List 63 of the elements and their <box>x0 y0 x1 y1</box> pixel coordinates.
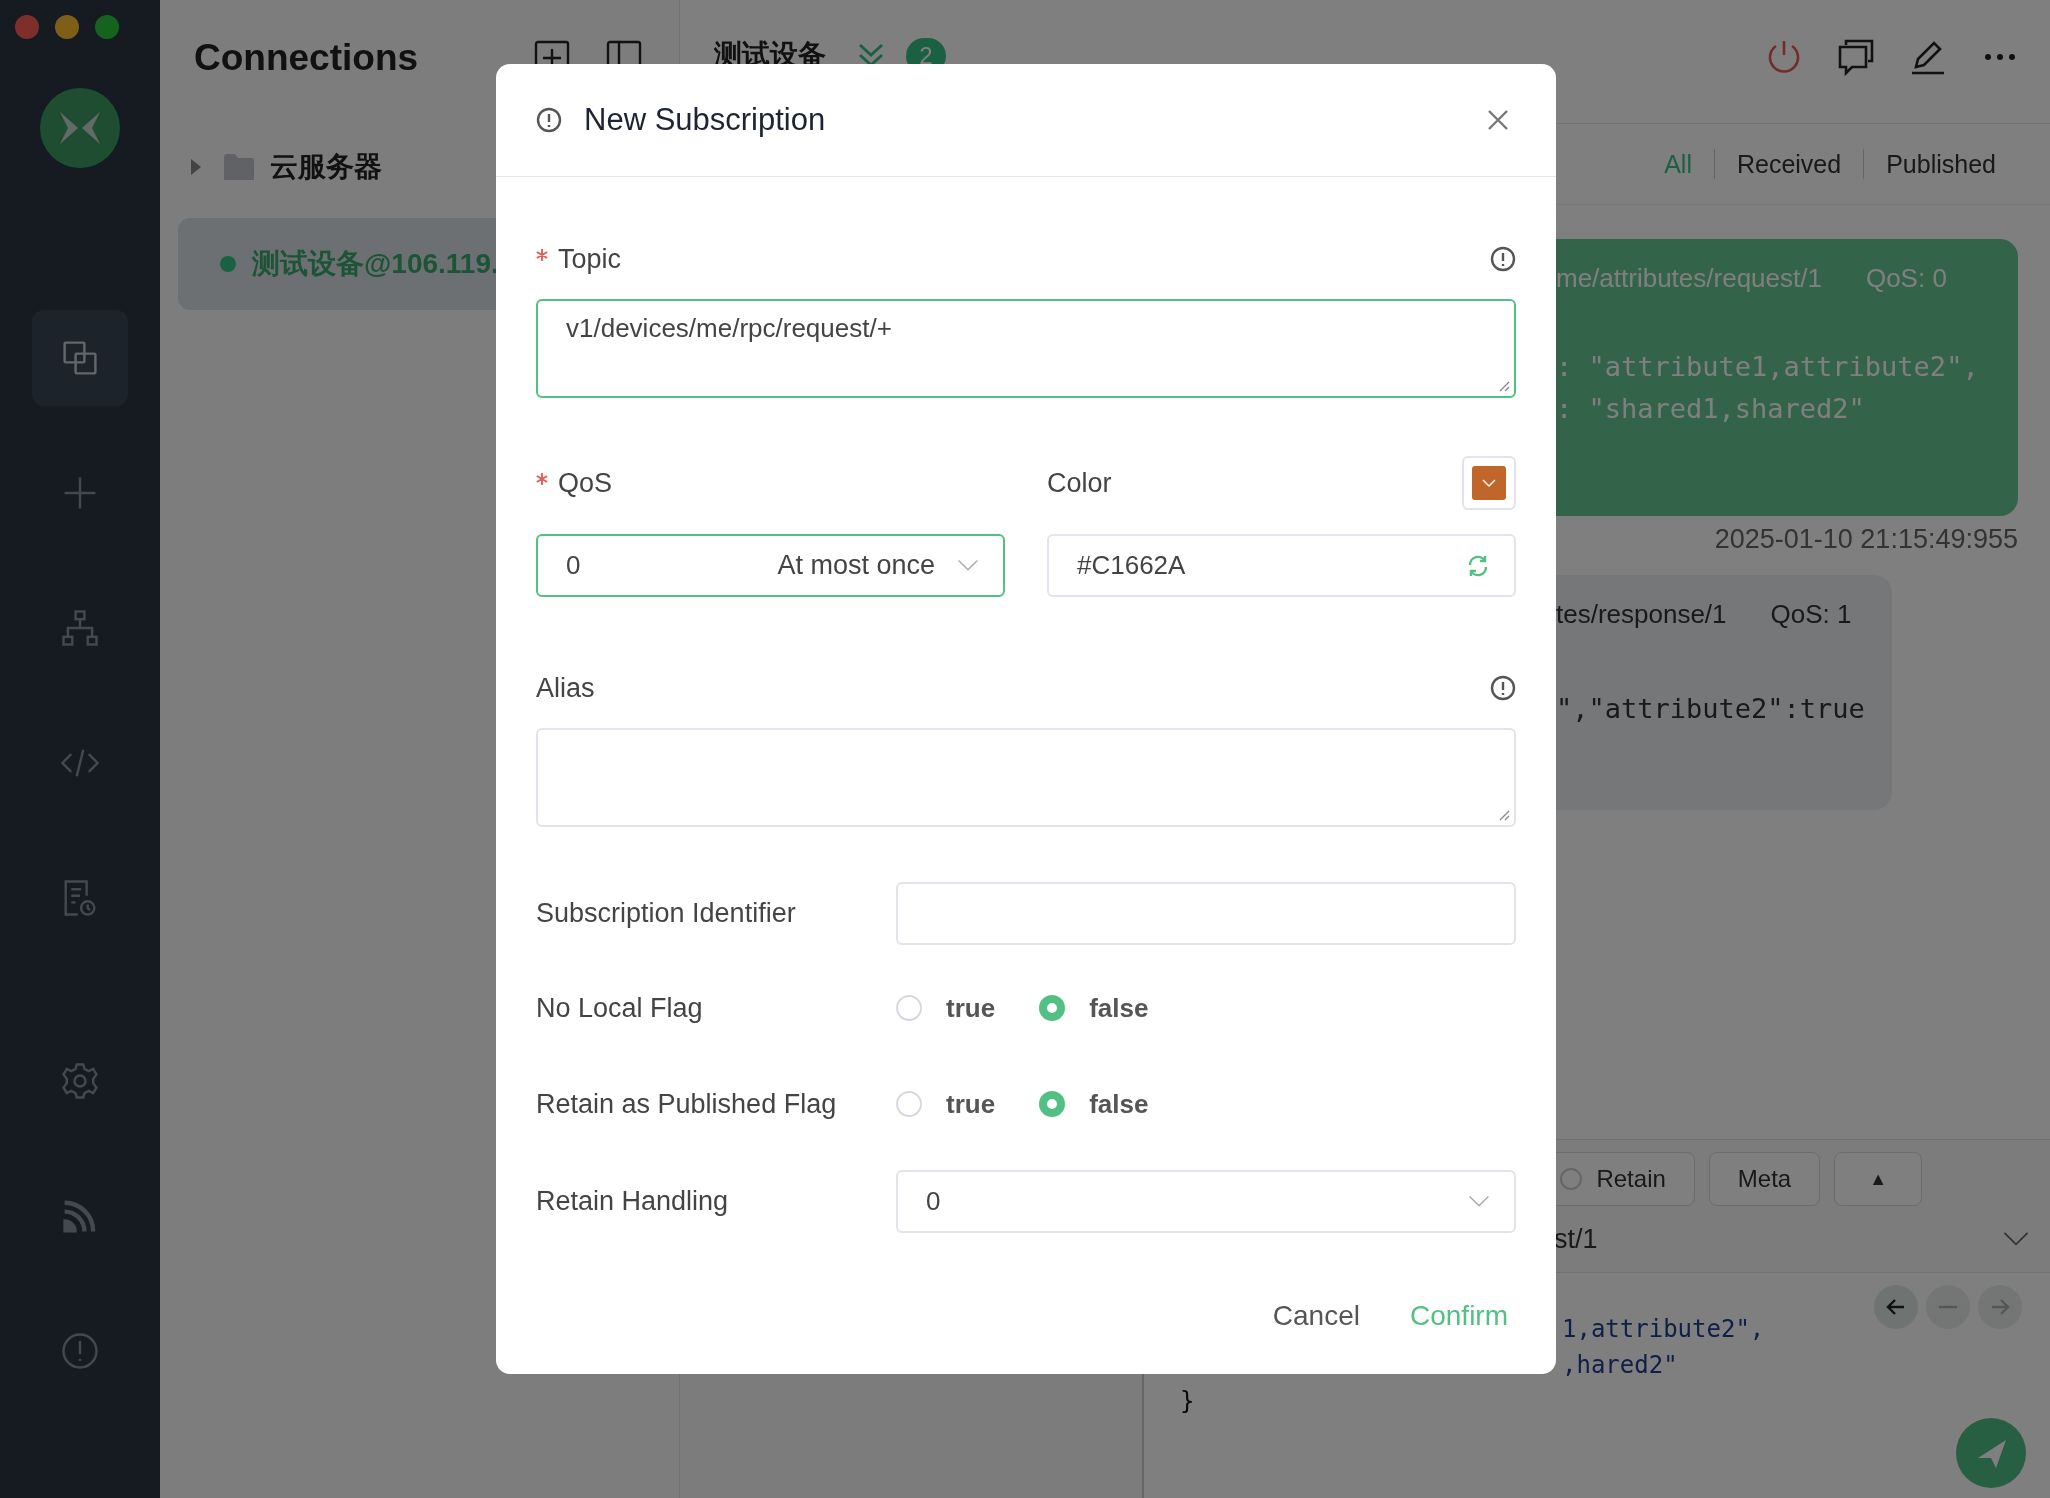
chevron-down-icon[interactable] <box>957 559 979 572</box>
resize-grip-icon[interactable] <box>1498 380 1510 392</box>
resize-grip-icon[interactable] <box>1498 809 1510 821</box>
color-picker-button[interactable] <box>1462 456 1516 510</box>
code-line: } <box>1180 1386 1195 1417</box>
payload-line: ","attribute2":true <box>1556 692 1862 726</box>
field-label: Alias <box>536 672 595 704</box>
field-label: Topic <box>558 243 622 275</box>
info-icon[interactable] <box>1490 246 1516 272</box>
code-line: 1,attribute2", <box>1562 1314 1765 1345</box>
folder-icon <box>224 154 254 180</box>
message-qos: QoS: 1 <box>1770 599 1852 630</box>
code-line: ,hared2" <box>1562 1350 1678 1381</box>
field-label: Retain Handling <box>536 1186 730 1217</box>
message-topic: tes/response/1 <box>1556 599 1727 630</box>
retain-radio[interactable] <box>1560 1168 1583 1190</box>
radio-option[interactable]: false <box>1039 992 1149 1024</box>
message-topic: me/attributes/request/1 <box>1556 263 1822 294</box>
color-field[interactable]: #C1662A <box>1047 534 1516 597</box>
zoom-window-button[interactable] <box>95 15 119 39</box>
filter-tab[interactable]: Published <box>1864 149 2018 179</box>
info-icon[interactable] <box>1490 675 1516 701</box>
subscription-identifier-field[interactable] <box>896 882 1516 945</box>
message-time: 2025-01-10 21:15:49:955 <box>1714 524 2018 555</box>
message-qos: QoS: 0 <box>1865 263 1947 294</box>
radio-option[interactable]: true <box>896 1088 996 1120</box>
chevron-down-icon[interactable] <box>1468 1195 1490 1208</box>
minimize-window-button[interactable] <box>55 15 79 39</box>
panel-title: Connections <box>194 37 420 79</box>
field-label: Subscription Identifier <box>536 898 797 929</box>
radio-option[interactable]: true <box>896 992 996 1024</box>
radio-option[interactable]: false <box>1039 1088 1149 1120</box>
payload-line: : "attribute1,attribute2", <box>1556 350 1980 384</box>
cancel-button[interactable]: Cancel <box>1272 1291 1360 1341</box>
filter-tab[interactable]: Received <box>1714 149 1864 179</box>
field-label: No Local Flag <box>536 992 704 1024</box>
payload-line: : "shared1,shared2" <box>1556 392 1866 426</box>
meta-button[interactable]: Meta <box>1708 1152 1821 1206</box>
sidebar-button[interactable] <box>32 310 128 406</box>
refresh-icon[interactable] <box>1466 553 1490 578</box>
topic-field[interactable]: st/1 <box>1554 1223 2002 1255</box>
app-logo-icon <box>40 88 120 168</box>
qos-select[interactable]: 0 At most once <box>536 534 1005 597</box>
radio-button[interactable] <box>896 1091 922 1117</box>
connection-group[interactable]: 云服务器 <box>160 142 679 192</box>
radio-button[interactable] <box>1039 995 1066 1021</box>
close-icon[interactable] <box>1486 108 1510 132</box>
minus-icon[interactable] <box>1926 1285 1970 1329</box>
retain-handling-select[interactable]: 0 <box>896 1170 1516 1233</box>
field-label: Color <box>1047 467 1112 499</box>
radio-button[interactable] <box>1039 1091 1066 1117</box>
radio-button[interactable] <box>896 995 922 1021</box>
topic-field[interactable]: v1/devices/me/rpc/request/+ <box>536 299 1516 398</box>
toggle-button[interactable]: ▲ <box>1834 1152 1922 1206</box>
close-window-button[interactable] <box>15 15 39 39</box>
field-label: Retain as Published Flag <box>536 1088 838 1120</box>
send-icon[interactable] <box>1956 1418 2026 1488</box>
chevron-down-icon <box>1482 479 1496 487</box>
chevron-down-icon[interactable] <box>2002 1231 2030 1247</box>
dialog-title: New Subscription <box>584 102 826 138</box>
alias-field[interactable] <box>536 728 1516 827</box>
field-label: QoS <box>558 467 613 499</box>
info-icon <box>536 107 562 133</box>
